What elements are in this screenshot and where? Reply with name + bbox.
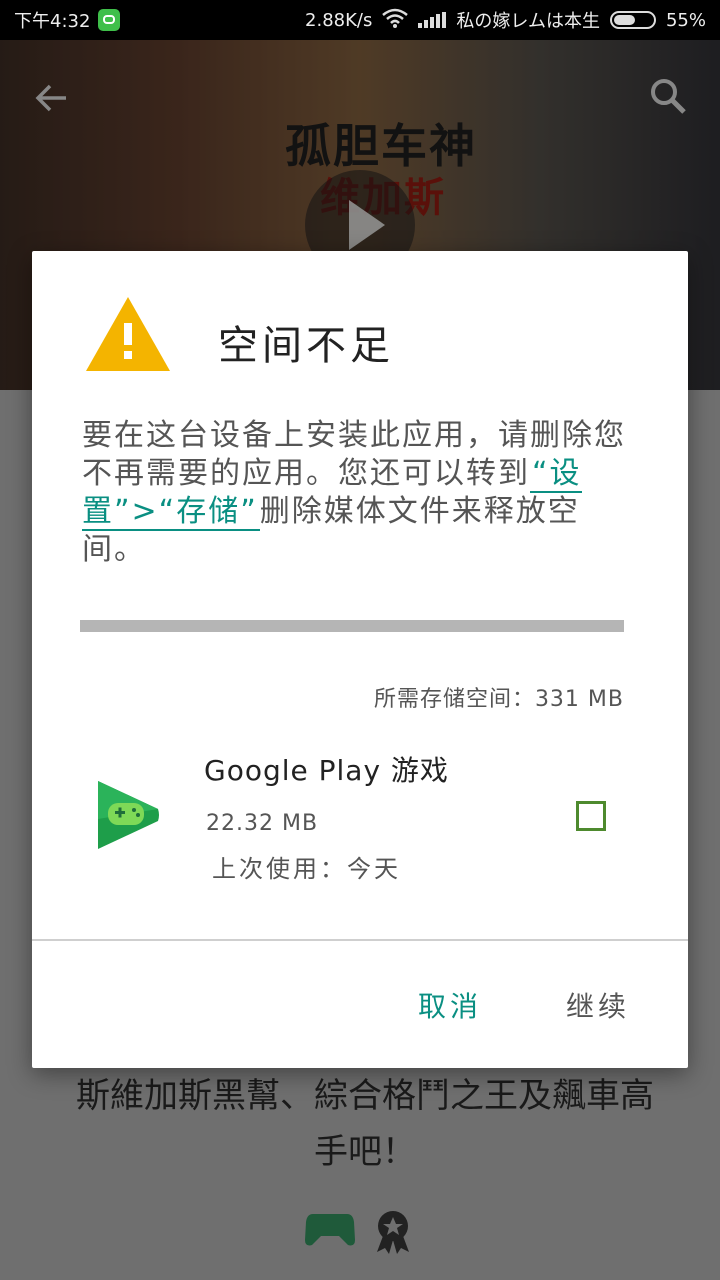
required-space-label: 所需存储空间：331 MB xyxy=(373,687,624,712)
network-speed: 2.88K/s xyxy=(305,9,373,31)
app-last-used: 上次使用：今天 xyxy=(212,855,401,883)
badge-row xyxy=(305,1210,413,1258)
warning-icon xyxy=(84,295,172,373)
app-size: 22.32 MB xyxy=(206,811,319,836)
status-bar: 下午4:32 2.88K/s 私の嫁レムは本生 55% xyxy=(0,0,720,40)
notification-app-icon xyxy=(98,9,121,31)
app-name: Google Play 游戏 xyxy=(204,754,449,787)
google-play-games-icon xyxy=(96,779,160,851)
dialog-title: 空间不足 xyxy=(218,323,394,369)
status-time: 下午4:32 xyxy=(14,11,91,32)
gamepad-icon xyxy=(305,1210,355,1258)
battery-fill xyxy=(613,15,635,25)
signal-icon xyxy=(418,12,447,28)
app-list-item[interactable]: Google Play 游戏 22.32 MB 上次使用：今天 xyxy=(32,741,688,901)
dialog-message: 要在这台设备上安装此应用，请删除您不再需要的应用。您还可以转到“设置”>“存储”… xyxy=(82,417,642,569)
app-select-checkbox[interactable] xyxy=(576,801,606,831)
wifi-icon xyxy=(382,8,409,33)
continue-button[interactable]: 继续 xyxy=(560,981,636,1029)
storage-progress-bar xyxy=(80,620,624,632)
cancel-button[interactable]: 取消 xyxy=(412,981,488,1029)
insufficient-space-dialog: 空间不足 要在这台设备上安装此应用，请删除您不再需要的应用。您还可以转到“设置”… xyxy=(32,251,688,1068)
battery-icon xyxy=(609,11,656,29)
award-badge-icon xyxy=(373,1210,413,1258)
dialog-divider xyxy=(32,939,688,941)
carrier-name: 私の嫁レムは本生 xyxy=(456,11,600,32)
battery-percent: 55% xyxy=(665,9,706,31)
app-description: 斯維加斯黑幫、綜合格鬥之王及飆車高手吧！ xyxy=(76,1076,654,1172)
